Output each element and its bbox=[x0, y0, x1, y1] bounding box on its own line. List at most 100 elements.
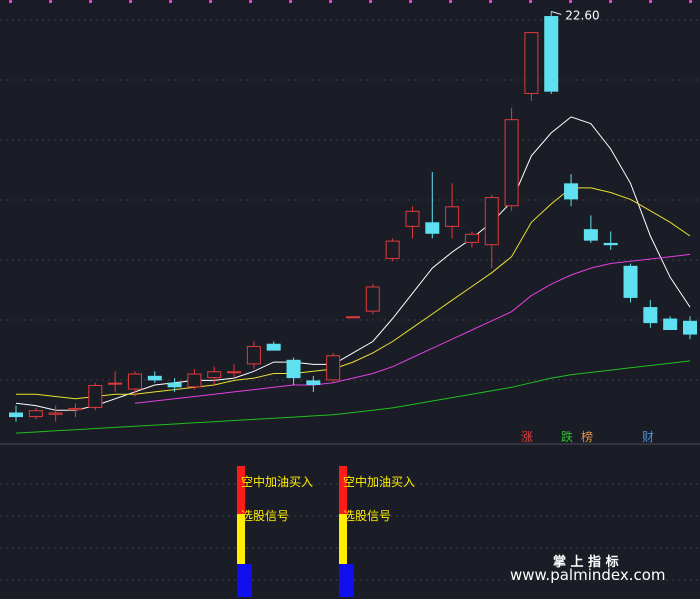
signal-bar-red bbox=[237, 466, 245, 514]
candle bbox=[9, 405, 23, 422]
price-label: 22.60 bbox=[565, 8, 599, 22]
top-marker bbox=[329, 0, 332, 3]
candle bbox=[28, 407, 43, 420]
badge: 财 bbox=[642, 430, 654, 444]
signal-panel: 空中加油买入选股信号空中加油买入选股信号 bbox=[237, 466, 415, 597]
candle-body bbox=[663, 318, 678, 330]
candle-body bbox=[9, 412, 23, 418]
badge: 榜 bbox=[581, 429, 593, 444]
signal: 空中加油买入选股信号 bbox=[339, 466, 415, 597]
candle bbox=[266, 341, 281, 351]
candle-body bbox=[683, 320, 697, 335]
top-marker bbox=[649, 0, 652, 3]
candle-body bbox=[246, 346, 261, 365]
signal-label-select: 选股信号 bbox=[241, 509, 289, 523]
candle bbox=[484, 194, 499, 269]
candle-body bbox=[28, 410, 43, 418]
candle bbox=[524, 32, 539, 101]
ma-line bbox=[134, 253, 691, 404]
candle bbox=[207, 366, 222, 385]
top-marker bbox=[409, 0, 412, 3]
top-marker bbox=[89, 0, 92, 3]
candle-body bbox=[445, 206, 460, 227]
ma-line bbox=[15, 360, 691, 434]
candle-body bbox=[346, 316, 360, 319]
candle-body bbox=[544, 16, 559, 92]
candle-body bbox=[207, 371, 222, 379]
candle-body bbox=[227, 371, 242, 374]
candle bbox=[385, 238, 400, 262]
candle-body bbox=[504, 119, 519, 207]
badges: 涨 跌榜 财 bbox=[521, 429, 654, 444]
candle-body bbox=[464, 233, 479, 243]
price-chart: 22.60 涨跌榜财 空中加油买入选股信号空中加油买入选股信号 bbox=[0, 0, 700, 597]
candle bbox=[127, 371, 142, 397]
candle-body bbox=[405, 210, 420, 227]
candle bbox=[603, 231, 618, 250]
candle-body bbox=[484, 197, 499, 246]
candle-body bbox=[167, 382, 182, 388]
candle-body bbox=[385, 240, 400, 259]
signal: 空中加油买入选股信号 bbox=[237, 466, 313, 597]
top-marker bbox=[49, 0, 52, 3]
candle bbox=[663, 316, 678, 330]
candle-body bbox=[643, 307, 658, 324]
candle-body bbox=[127, 373, 142, 390]
candle-body bbox=[306, 380, 321, 385]
candle bbox=[564, 174, 579, 207]
candle-body bbox=[524, 32, 539, 94]
candle bbox=[147, 371, 162, 383]
candle bbox=[108, 371, 123, 392]
badge: 跌 bbox=[561, 429, 573, 444]
top-markers bbox=[9, 0, 692, 3]
moving-averages bbox=[15, 116, 691, 434]
candle bbox=[48, 405, 63, 422]
candle bbox=[504, 107, 519, 211]
candle bbox=[643, 300, 658, 328]
watermark-url: www.palmindex.com bbox=[510, 566, 666, 584]
candle-body bbox=[564, 183, 579, 200]
top-marker bbox=[289, 0, 292, 3]
candle bbox=[623, 263, 638, 303]
candle bbox=[544, 11, 559, 94]
top-marker bbox=[169, 0, 172, 3]
candle bbox=[346, 316, 360, 319]
candle bbox=[246, 341, 261, 369]
signal-label-buy: 空中加油买入 bbox=[241, 474, 313, 489]
top-marker bbox=[569, 0, 572, 3]
top-marker bbox=[9, 0, 12, 3]
candle-body bbox=[365, 286, 380, 312]
candle-body bbox=[326, 355, 341, 381]
candle-body bbox=[88, 385, 103, 408]
candle bbox=[286, 357, 301, 385]
signal-bar-blue bbox=[237, 564, 252, 597]
candle-body bbox=[68, 407, 83, 411]
candle-body bbox=[623, 265, 638, 298]
top-marker bbox=[249, 0, 252, 3]
candle bbox=[306, 375, 321, 392]
candles bbox=[9, 11, 697, 422]
signal-bar-blue bbox=[339, 564, 354, 597]
top-marker bbox=[369, 0, 372, 3]
top-marker bbox=[689, 0, 692, 3]
candle-body bbox=[266, 343, 281, 351]
candle-body bbox=[108, 382, 123, 385]
ma-line bbox=[16, 187, 691, 400]
candle bbox=[464, 231, 479, 248]
price-pointer bbox=[551, 10, 562, 15]
candle-body bbox=[187, 373, 202, 388]
candle bbox=[405, 206, 420, 239]
candle-body bbox=[603, 242, 618, 246]
signal-bar-red bbox=[339, 466, 347, 514]
grid bbox=[0, 19, 700, 581]
top-marker bbox=[609, 0, 612, 3]
candle-body bbox=[583, 229, 598, 241]
badge: 涨 bbox=[521, 429, 533, 444]
candle bbox=[326, 352, 341, 383]
candle bbox=[365, 284, 380, 314]
candle bbox=[187, 368, 202, 390]
candle bbox=[445, 183, 460, 239]
candle-body bbox=[147, 375, 162, 381]
candle-body bbox=[48, 412, 63, 415]
candle-body bbox=[425, 222, 440, 234]
